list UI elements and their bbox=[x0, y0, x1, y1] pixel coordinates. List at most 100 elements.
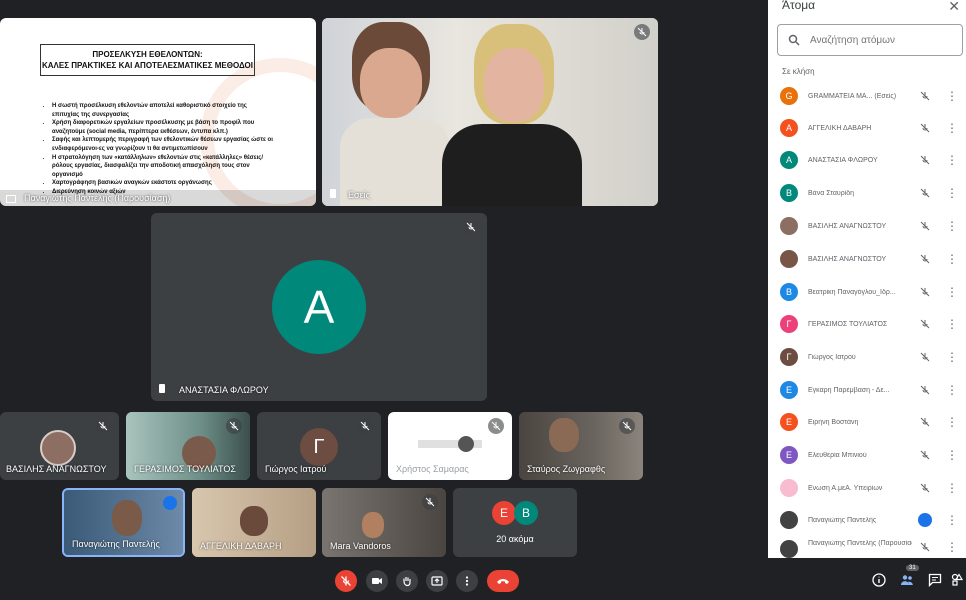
present-icon bbox=[6, 195, 16, 203]
more-options-icon[interactable]: ⋮ bbox=[946, 350, 958, 364]
participant-name: Παναγιώτης Παντελής bbox=[72, 539, 160, 549]
presentation-tile[interactable]: ΠΡΟΣΕΛΚΥΣΗ ΕΘΕΛΟΝΤΩΝ: ΚΑΛΕΣ ΠΡΑΚΤΙΚΕΣ ΚΑ… bbox=[0, 18, 316, 206]
phone-hangup-icon bbox=[497, 579, 509, 584]
search-input[interactable] bbox=[810, 34, 950, 46]
participant-tile[interactable]: ΑΓΓΕΛΙΚΗ ΔΑΒΑΡΗ bbox=[192, 488, 316, 557]
more-options-icon[interactable]: ⋮ bbox=[946, 252, 958, 266]
slide-title-line2: ΚΑΛΕΣ ΠΡΑΚΤΙΚΕΣ ΚΑΙ ΑΠΟΤΕΛΕΣΜΑΤΙΚΕΣ ΜΕΘΟ… bbox=[42, 61, 253, 70]
person-row[interactable]: Ενωση Α.μεΑ. Υπειρίων ⋮ bbox=[768, 472, 966, 504]
more-options-icon[interactable]: ⋮ bbox=[946, 383, 958, 397]
person-row[interactable]: Β Βάνα Σταυρίδη ⋮ bbox=[768, 177, 966, 209]
mic-off-icon bbox=[918, 448, 932, 462]
person-row[interactable]: Παναγιώτης Παντελής (Παρουσίαση) ⋮ bbox=[768, 536, 966, 558]
camera-icon bbox=[372, 578, 382, 584]
person-face bbox=[240, 506, 268, 536]
person-row[interactable]: Ε Ελευθερία Μπινιού ⋮ bbox=[768, 439, 966, 471]
avatar: Β bbox=[780, 283, 798, 301]
mic-off-icon bbox=[918, 350, 932, 364]
avatar bbox=[780, 540, 798, 558]
more-options-icon[interactable]: ⋮ bbox=[946, 153, 958, 167]
more-options-icon[interactable]: ⋮ bbox=[946, 317, 958, 331]
avatar: Β bbox=[780, 184, 798, 202]
more-options-icon[interactable]: ⋮ bbox=[946, 285, 958, 299]
mic-off-icon bbox=[918, 540, 932, 554]
leave-call-button[interactable] bbox=[487, 570, 519, 592]
chat-icon bbox=[928, 573, 942, 587]
more-options-icon[interactable]: ⋮ bbox=[946, 89, 958, 103]
avatar bbox=[40, 430, 76, 466]
avatar: Γ bbox=[300, 428, 338, 466]
hand-icon bbox=[403, 577, 411, 587]
presenter-name: Παναγιώτης Παντελής (Παρουσίαση) bbox=[24, 193, 171, 203]
person-row[interactable]: Παναγιώτης Παντελής ⋮ bbox=[768, 504, 966, 536]
chat-button[interactable] bbox=[927, 572, 943, 588]
person-name: ΓΕΡΑΣΙΜΟΣ ΤΟΥΛΙΑΤΟΣ bbox=[808, 320, 888, 328]
speaking-icon bbox=[918, 513, 932, 527]
mic-toggle-button[interactable] bbox=[335, 570, 357, 592]
person-name: Ελευθερία Μπινιού bbox=[808, 451, 867, 459]
mic-off-icon bbox=[341, 576, 351, 586]
person-row[interactable]: Ε Ειρήνη Βοστάνη ⋮ bbox=[768, 406, 966, 438]
more-options-icon[interactable]: ⋮ bbox=[946, 448, 958, 462]
more-options-icon[interactable]: ⋮ bbox=[946, 481, 958, 495]
person-face bbox=[112, 500, 142, 536]
participant-tile[interactable]: Παναγιώτης Παντελής bbox=[62, 488, 185, 557]
person-body bbox=[442, 124, 582, 206]
person-face bbox=[360, 48, 422, 118]
person-row[interactable]: Γ ΓΕΡΑΣΙΜΟΣ ΤΟΥΛΙΑΤΟΣ ⋮ bbox=[768, 308, 966, 340]
person-name: Παναγιώτης Παντελής (Παρουσίαση) bbox=[808, 540, 912, 547]
participant-tile[interactable]: ΒΑΣΙΛΗΣ ΑΝΑΓΝΩΣΤΟΥ bbox=[0, 412, 119, 480]
activities-button[interactable] bbox=[950, 572, 966, 588]
mic-off-icon bbox=[918, 89, 932, 103]
person-row[interactable]: G GRAMMATEIA MA... (Εσείς) ⋮ bbox=[768, 80, 966, 112]
person-row[interactable]: ΒΑΣΙΛΗΣ ΑΝΑΓΝΩΣΤΟΥ ⋮ bbox=[768, 243, 966, 275]
more-options-button[interactable] bbox=[456, 570, 478, 592]
self-video-tile[interactable]: Εσείς bbox=[322, 18, 658, 206]
more-count: 20 ακόμα bbox=[496, 534, 534, 544]
raise-hand-button[interactable] bbox=[396, 570, 418, 592]
present-button[interactable] bbox=[426, 570, 448, 592]
more-options-icon[interactable]: ⋮ bbox=[946, 513, 958, 527]
more-options-icon[interactable]: ⋮ bbox=[946, 415, 958, 429]
person-name: Γιώργος Ιατρού bbox=[808, 353, 856, 361]
person-row[interactable]: Β Βεατρίκη Παναγόγλου_Ιδρ... ⋮ bbox=[768, 276, 966, 308]
person-face bbox=[484, 48, 544, 122]
more-participants-tile[interactable]: Ε Β 20 ακόμα bbox=[453, 488, 577, 557]
section-label: Σε κλήση bbox=[782, 67, 815, 76]
person-row[interactable]: ΒΑΣΙΛΗΣ ΑΝΑΓΝΩΣΤΟΥ ⋮ bbox=[768, 210, 966, 242]
participant-tile[interactable]: Χρήστος Σαμαρας bbox=[388, 412, 512, 480]
participant-tile[interactable]: Mara Vandoros bbox=[322, 488, 446, 557]
people-icon bbox=[901, 575, 913, 585]
mic-off-icon bbox=[918, 186, 932, 200]
slide-title-box: ΠΡΟΣΕΛΚΥΣΗ ΕΘΕΛΟΝΤΩΝ: ΚΑΛΕΣ ΠΡΑΚΤΙΚΕΣ ΚΑ… bbox=[40, 44, 255, 76]
search-box[interactable] bbox=[777, 24, 963, 56]
more-options-icon[interactable]: ⋮ bbox=[946, 186, 958, 200]
participant-tile[interactable]: ΓΕΡΑΣΙΜΟΣ ΤΟΥΛΙΑΤΟΣ bbox=[126, 412, 250, 480]
panel-title: Άτομα bbox=[782, 0, 816, 12]
participant-tile[interactable]: Γ Γιώργος Ιατρού bbox=[257, 412, 381, 480]
participant-tile[interactable]: Σταύρος Ζωγραφθς bbox=[519, 412, 643, 480]
person-row[interactable]: Γ Γιώργος Ιατρού ⋮ bbox=[768, 341, 966, 373]
more-options-icon[interactable]: ⋮ bbox=[946, 121, 958, 135]
close-icon[interactable]: ✕ bbox=[948, 0, 960, 15]
slide-bullet: Χρήση διαφορετικών εργαλείων προσέλκυσης… bbox=[52, 119, 274, 136]
pin-icon bbox=[159, 384, 165, 393]
main-participant-tile[interactable]: Α ΑΝΑΣΤΑΣΙΑ ΦΛΩΡΟΥ bbox=[151, 213, 487, 401]
mic-off-icon bbox=[918, 415, 932, 429]
person-row[interactable]: Ε Εγκαρη Παρέμβαση - Δε... ⋮ bbox=[768, 374, 966, 406]
more-options-icon[interactable]: ⋮ bbox=[946, 219, 958, 233]
participant-name: ΒΑΣΙΛΗΣ ΑΝΑΓΝΩΣΤΟΥ bbox=[6, 464, 107, 474]
camera-toggle-button[interactable] bbox=[366, 570, 388, 592]
mic-off-icon bbox=[463, 219, 479, 235]
meeting-details-button[interactable] bbox=[871, 572, 887, 588]
person-row[interactable]: Α ΑΓΓΕΛΙΚΗ ΔΑΒΑΡΗ ⋮ bbox=[768, 112, 966, 144]
mic-off-icon bbox=[918, 481, 932, 495]
person-face bbox=[458, 436, 474, 452]
more-vert-icon bbox=[465, 576, 469, 586]
person-name: ΒΑΣΙΛΗΣ ΑΝΑΓΝΩΣΤΟΥ bbox=[808, 222, 887, 230]
person-row[interactable]: Α ΑΝΑΣΤΑΣΙΑ ΦΛΩΡΟΥ ⋮ bbox=[768, 144, 966, 176]
people-button[interactable] bbox=[899, 572, 915, 588]
avatar: Ε bbox=[780, 381, 798, 399]
mic-off-icon bbox=[488, 418, 504, 434]
more-options-icon[interactable]: ⋮ bbox=[946, 540, 958, 554]
